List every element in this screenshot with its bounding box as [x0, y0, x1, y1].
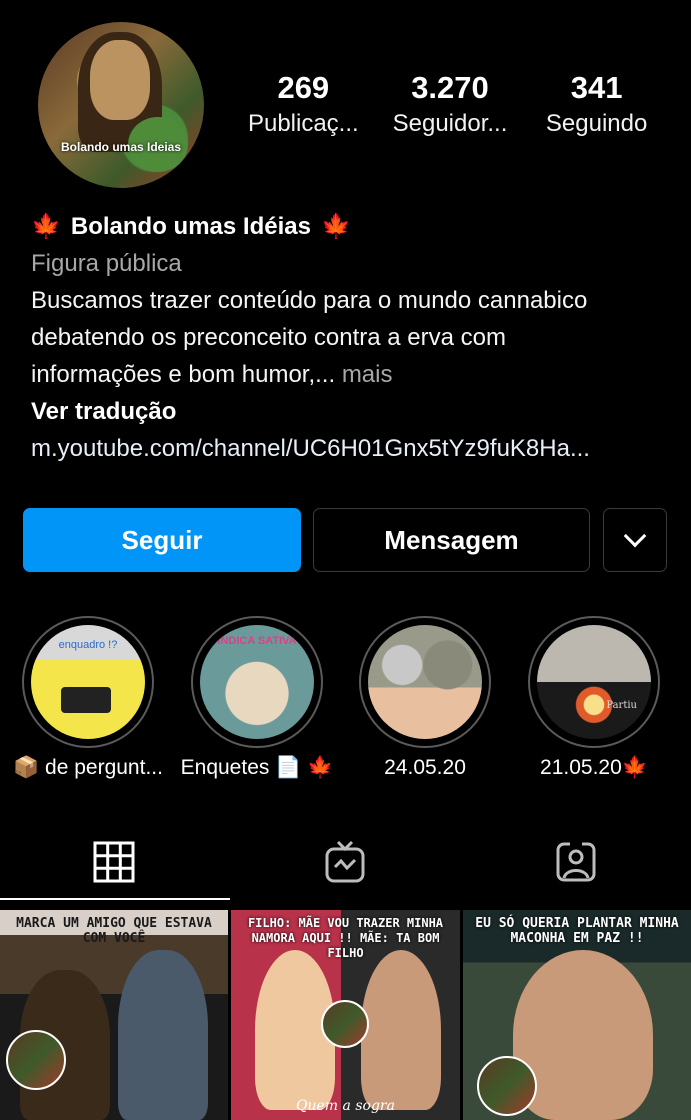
cartoon-car: [61, 687, 111, 713]
stat-followers[interactable]: 3.270 Seguidor...: [380, 68, 520, 140]
maple-leaf-icon: 🍁: [31, 213, 61, 240]
highlight-item[interactable]: Partiu 21.05.20🍁: [528, 616, 660, 779]
see-translation-link[interactable]: Ver tradução: [31, 393, 671, 430]
bio-line-3-text: informações e bom humor,...: [31, 361, 336, 388]
stat-followers-label: Seguidor...: [392, 110, 508, 137]
stat-posts-label: Publicaç...: [247, 110, 359, 137]
stat-following-value: 341: [570, 70, 623, 105]
highlight-cover: Partiu: [537, 625, 651, 739]
watermark-badge: [321, 1000, 369, 1048]
stat-following-label: Seguindo: [545, 110, 648, 137]
stat-followers-value: 3.270: [411, 70, 489, 105]
active-tab-indicator: [0, 898, 230, 900]
avatar-face: [90, 40, 150, 120]
highlight-label: 24.05.20: [384, 756, 466, 779]
highlight-ring: [359, 616, 491, 748]
chevron-down-icon: [623, 524, 647, 548]
post-person: [118, 950, 208, 1120]
more-link[interactable]: mais: [342, 361, 393, 388]
profile-category: Figura pública: [31, 250, 182, 277]
highlight-cover-text: enquadro !?: [58, 639, 118, 651]
highlight-item[interactable]: enquadro !? 📦 de pergunt...: [13, 616, 163, 779]
profile-name: Bolando umas Idéias: [70, 213, 311, 240]
tagged-icon[interactable]: [554, 840, 598, 884]
post-subtitle: Quem a sogra: [296, 1098, 395, 1114]
bio-line-2: debatendo os preconceito contra a erva c…: [31, 324, 506, 351]
bio-line-1: Buscamos trazer conteúdo para o mundo ca…: [31, 287, 588, 314]
profile-stats: 269 Publicaç... 3.270 Seguidor... 341 Se…: [230, 68, 670, 140]
profile-bio: 🍁 Bolando umas Idéias 🍁 Figura pública B…: [31, 208, 671, 467]
avatar-label: Bolando umas Ideias: [60, 140, 182, 154]
profile-avatar[interactable]: Bolando umas Ideias: [38, 22, 204, 188]
grid-icon[interactable]: [92, 840, 136, 884]
highlight-cover-text: Partiu: [606, 700, 637, 711]
highlight-item[interactable]: 24.05.20: [359, 616, 491, 779]
post-thumbnail[interactable]: MARCA UM AMIGO QUE ESTAVA COM VOCÊ: [0, 910, 228, 1120]
maple-leaf-icon: 🍁: [320, 213, 351, 240]
watermark-badge: [6, 1030, 66, 1090]
post-caption: FILHO: MÃE VOU TRAZER MINHA NAMORA AQUI …: [247, 916, 444, 960]
highlight-label: 21.05.20🍁: [540, 756, 648, 779]
highlight-ring: INDICA SATIVA: [191, 616, 323, 748]
igtv-icon[interactable]: [323, 840, 367, 884]
highlight-cover: enquadro !?: [31, 625, 145, 739]
post-caption: MARCA UM AMIGO QUE ESTAVA COM VOCÊ: [16, 916, 212, 946]
highlight-item[interactable]: INDICA SATIVA Enquetes 📄 🍁: [181, 616, 333, 779]
highlight-label: 📦 de pergunt...: [13, 756, 163, 779]
post-thumbnail[interactable]: EU SÓ QUERIA PLANTAR MINHA MACONHA EM PA…: [463, 910, 691, 1120]
stat-posts[interactable]: 269 Publicaç...: [233, 68, 373, 140]
highlight-ring: enquadro !?: [22, 616, 154, 748]
profile-website-link[interactable]: m.youtube.com/channel/UC6H01Gnx5tYz9fuK8…: [31, 430, 661, 467]
highlight-cover: INDICA SATIVA: [200, 625, 314, 739]
post-thumbnail[interactable]: FILHO: MÃE VOU TRAZER MINHA NAMORA AQUI …: [231, 910, 460, 1120]
highlight-cover-text: INDICA SATIVA: [217, 635, 297, 647]
post-person: [361, 950, 441, 1110]
highlight-label: Enquetes 📄 🍁: [180, 756, 334, 779]
suggestions-dropdown-button[interactable]: [603, 508, 667, 572]
post-caption: EU SÓ QUERIA PLANTAR MINHA MACONHA EM PA…: [475, 916, 679, 946]
message-button[interactable]: Mensagem: [313, 508, 590, 572]
watermark-badge: [477, 1056, 537, 1116]
stat-following[interactable]: 341 Seguindo: [527, 68, 667, 140]
profile-name-row: 🍁 Bolando umas Idéias 🍁: [31, 208, 671, 245]
stat-posts-value: 269: [277, 70, 330, 105]
highlight-ring: Partiu: [528, 616, 660, 748]
follow-button[interactable]: Seguir: [23, 508, 301, 572]
bio-line-3: informações e bom humor,... mais: [31, 356, 671, 393]
highlight-cover: [368, 625, 482, 739]
